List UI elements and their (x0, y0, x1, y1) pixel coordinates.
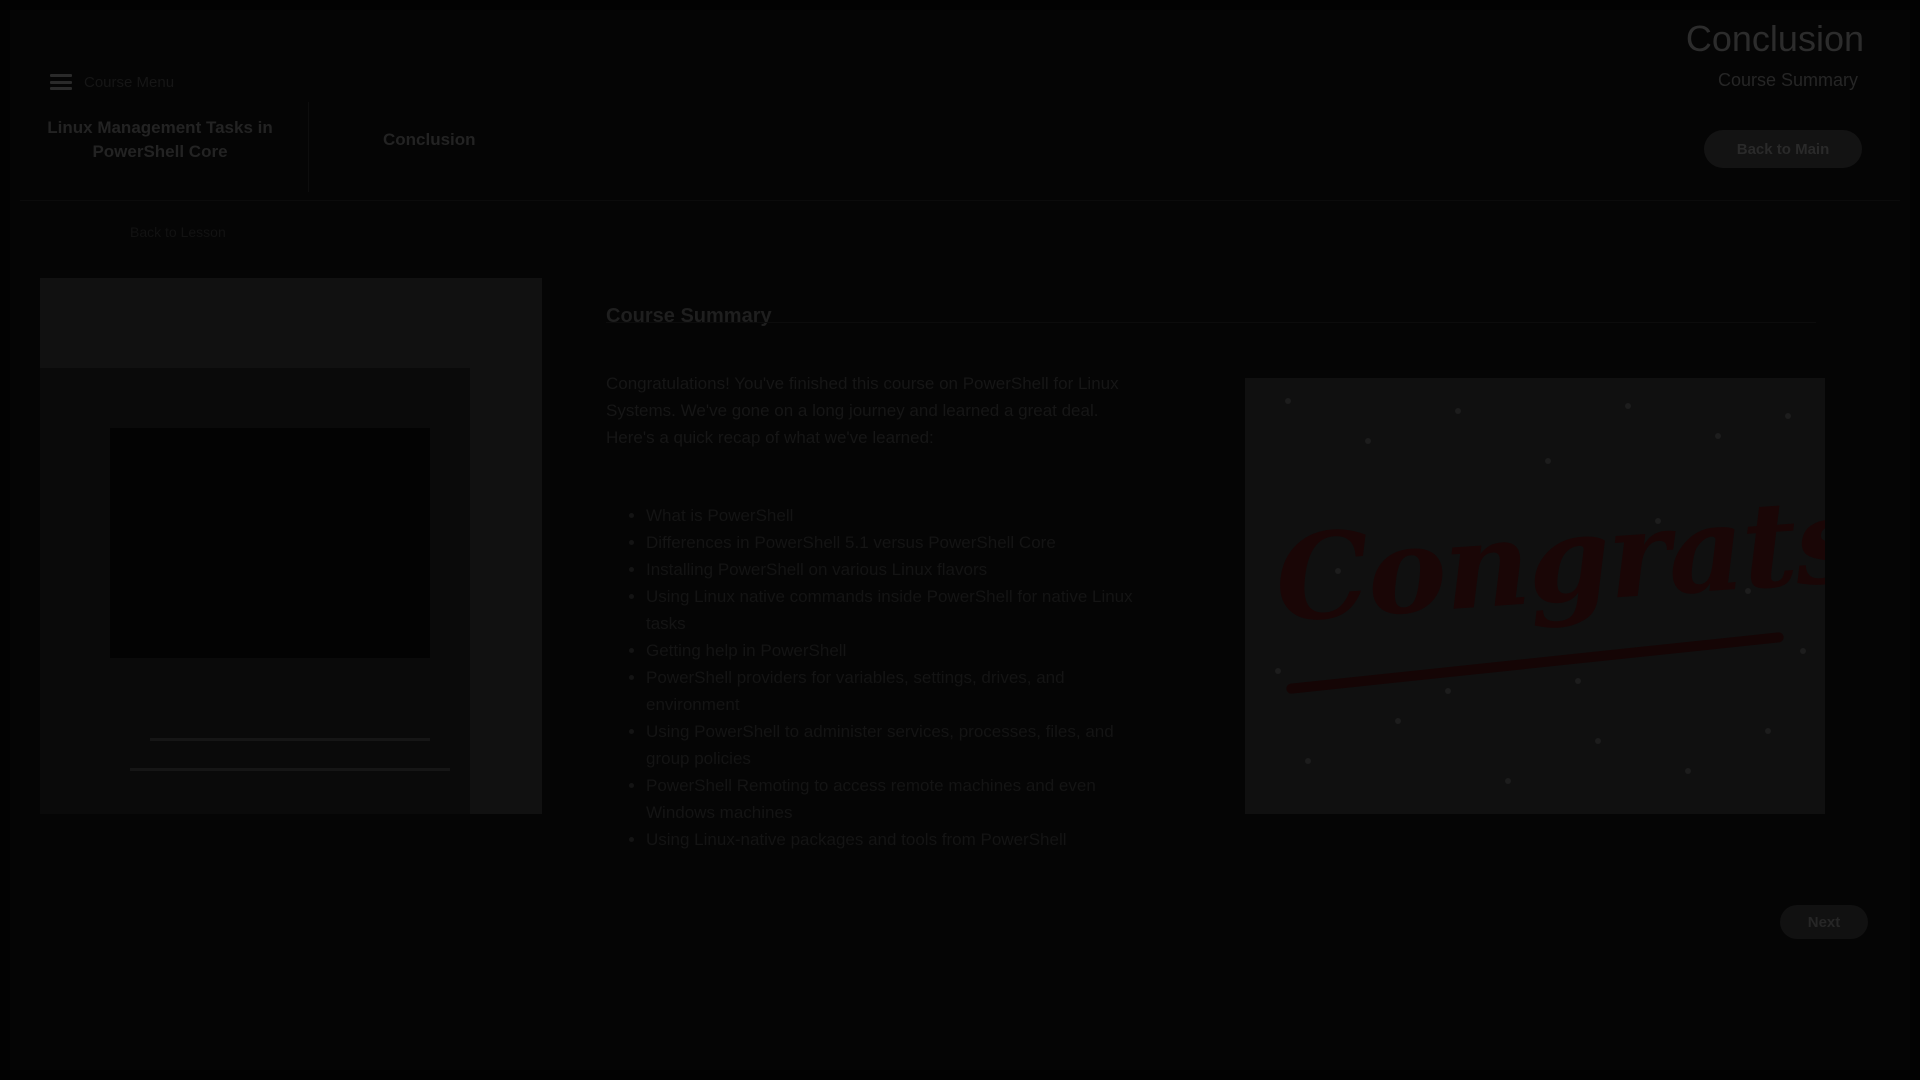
confetti-dot (1365, 438, 1371, 444)
confetti-dot (1655, 518, 1661, 524)
menu-label[interactable]: Course Menu (84, 74, 174, 91)
confetti-dot (1625, 403, 1631, 409)
confetti-dot (1575, 678, 1581, 684)
confetti-dot (1275, 668, 1281, 674)
app-frame: Course Menu Linux Management Tasks in Po… (0, 0, 1920, 1080)
section-divider (606, 322, 1816, 323)
confetti-dot (1505, 778, 1511, 784)
list-item: Using Linux native commands inside Power… (646, 583, 1146, 637)
breadcrumb-divider (308, 102, 309, 192)
confetti-dot (1745, 588, 1751, 594)
intro-text: Congratulations! You've finished this co… (606, 374, 1119, 447)
list-item: Differences in PowerShell 5.1 versus Pow… (646, 529, 1146, 556)
photo-keyboard-line (130, 768, 450, 771)
list-item: Installing PowerShell on various Linux f… (646, 556, 1146, 583)
laptop-screen (110, 428, 430, 658)
confetti-dot (1445, 688, 1451, 694)
header-divider (20, 200, 1900, 201)
photo-right-band (470, 318, 542, 814)
course-title: Linux Management Tasks in PowerShell Cor… (47, 118, 273, 161)
section-heading: Course Summary (606, 305, 772, 327)
confetti-dot (1715, 433, 1721, 439)
confetti-dot (1455, 408, 1461, 414)
confetti-dot (1685, 768, 1691, 774)
confetti-dot (1785, 413, 1791, 419)
list-item: Using Linux-native packages and tools fr… (646, 826, 1146, 853)
confetti-dot (1595, 738, 1601, 744)
confetti-dot (1335, 568, 1341, 574)
photo-keyboard-line (150, 738, 430, 741)
back-to-main-button[interactable]: Back to Main (1704, 130, 1862, 168)
list-item: What is PowerShell (646, 502, 1146, 529)
page-title: Conclusion (1685, 18, 1864, 59)
confetti-dot (1545, 458, 1551, 464)
page-subtitle: Course Summary (1717, 70, 1858, 90)
congrats-lettering: Congrats! (1270, 466, 1825, 649)
congrats-image: Congrats! (1245, 378, 1825, 814)
lesson-title: Conclusion (383, 130, 476, 149)
confetti-dot (1305, 758, 1311, 764)
laptop-photo (40, 278, 542, 814)
confetti-dot (1395, 718, 1401, 724)
hamburger-icon[interactable] (50, 74, 72, 90)
confetti-dot (1285, 398, 1291, 404)
confetti-dot (1800, 648, 1806, 654)
confetti-dot (1765, 728, 1771, 734)
back-to-lesson-link[interactable]: Back to Lesson (130, 224, 226, 240)
list-item: PowerShell providers for variables, sett… (646, 664, 1146, 718)
photo-top-band (40, 278, 542, 368)
next-button[interactable]: Next (1780, 905, 1868, 939)
topic-list: What is PowerShell Differences in PowerS… (646, 502, 1146, 853)
list-item: PowerShell Remoting to access remote mac… (646, 772, 1146, 826)
list-item: Using PowerShell to administer services,… (646, 718, 1146, 772)
list-item: Getting help in PowerShell (646, 637, 1146, 664)
